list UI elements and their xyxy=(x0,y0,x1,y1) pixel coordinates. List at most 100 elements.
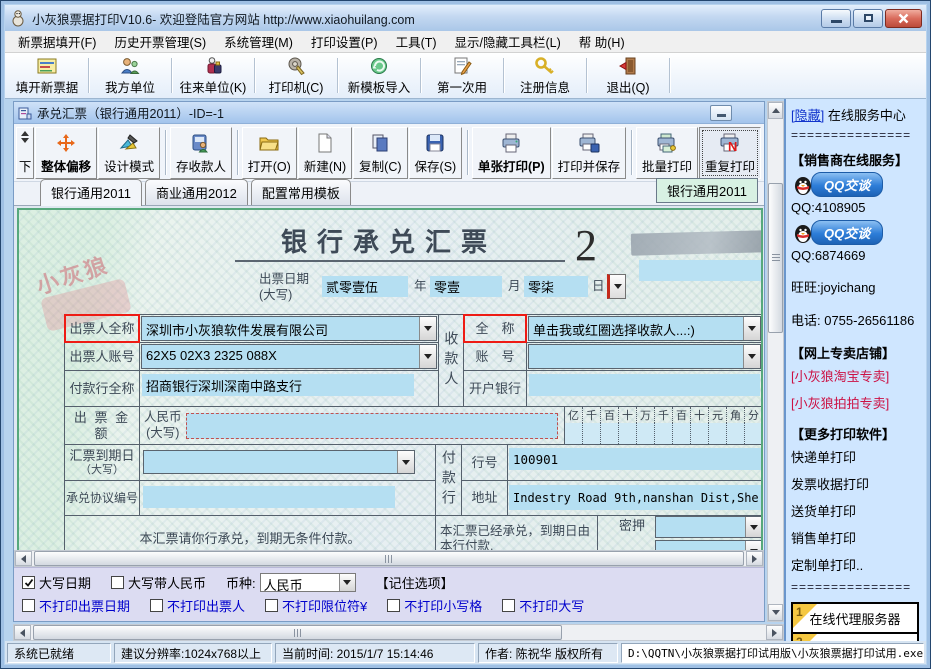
checkbox-caps-rmb[interactable]: 大写带人民币 xyxy=(111,573,206,592)
hide-sidebar-link[interactable]: [隐藏] xyxy=(791,108,824,123)
copy-button[interactable]: 复制(C) xyxy=(353,127,407,179)
close-button[interactable] xyxy=(885,9,922,28)
save-button[interactable]: 保存(S) xyxy=(409,127,463,179)
due-date-combo[interactable] xyxy=(143,450,415,474)
new-button[interactable]: 新建(N) xyxy=(298,127,352,179)
bill-minimize-button[interactable] xyxy=(710,105,732,121)
printer-button[interactable]: 打印机(C) xyxy=(256,54,336,97)
menu-new-bill[interactable]: 新票据填开(F) xyxy=(9,29,105,54)
drawer-name-combo[interactable]: 深圳市小灰狼软件发展有限公司 xyxy=(141,316,437,341)
combo-arrow-button[interactable] xyxy=(743,317,760,340)
currency-type-combo[interactable]: 人民币 xyxy=(260,573,356,592)
first-use-icon xyxy=(451,56,473,76)
scroll-up-button[interactable] xyxy=(768,102,783,119)
custom-print-link[interactable]: 定制单打印.. xyxy=(791,555,921,574)
amount-field[interactable] xyxy=(186,413,558,439)
scrollbar-thumb[interactable] xyxy=(768,183,783,333)
remember-options-button[interactable]: 【记住选项】 xyxy=(376,573,454,592)
nudge-down-button[interactable]: 下 xyxy=(16,127,34,179)
scroll-right-button[interactable] xyxy=(746,551,763,566)
new-bill-button[interactable]: 填开新票据 xyxy=(7,54,87,97)
bill-toolbar: 下 整体偏移 xyxy=(14,124,764,182)
bank-address-field[interactable]: Indestry Road 9th,nanshan Dist,She xyxy=(509,485,761,510)
first-time-button[interactable]: 第一次用 xyxy=(422,54,502,97)
menu-help[interactable]: 帮 助(H) xyxy=(570,29,634,54)
menu-toggle-toolbar[interactable]: 显示/隐藏工具栏(L) xyxy=(446,29,570,54)
bottom-horizontal-scrollbar[interactable] xyxy=(13,624,784,641)
amount-digit-cells[interactable] xyxy=(565,423,762,444)
scroll-left-button[interactable] xyxy=(14,625,31,640)
secret-code-combo-1[interactable] xyxy=(655,516,763,538)
register-button[interactable]: 注册信息 xyxy=(505,54,585,97)
repeat-print-button[interactable]: N 重复打印 xyxy=(699,127,761,179)
payee-bank-field[interactable] xyxy=(529,374,760,396)
scroll-left-button[interactable] xyxy=(15,551,32,566)
paipai-shop-link[interactable]: [小灰狼拍拍专卖] xyxy=(791,393,921,412)
arrow-right-icon xyxy=(772,629,777,637)
scrollbar-thumb[interactable] xyxy=(34,551,744,566)
exit-button[interactable]: 退出(Q) xyxy=(588,54,668,97)
scrollbar-thumb[interactable] xyxy=(33,625,562,640)
checkbox-caps-date[interactable]: 大写日期 xyxy=(22,573,91,592)
save-payee-button[interactable]: 存收款人 xyxy=(170,127,232,179)
menu-print-settings[interactable]: 打印设置(P) xyxy=(302,29,387,54)
date-year-field[interactable]: 贰零壹伍 xyxy=(322,276,408,297)
bill-horizontal-scrollbar[interactable] xyxy=(14,550,764,567)
scroll-down-button[interactable] xyxy=(768,604,783,621)
restore-button[interactable] xyxy=(853,9,883,28)
save-disk-icon xyxy=(424,131,446,155)
taobao-shop-link[interactable]: [小灰狼淘宝专卖] xyxy=(791,366,921,385)
combo-arrow-button[interactable] xyxy=(419,317,436,340)
global-offset-button[interactable]: 整体偏移 xyxy=(35,127,97,179)
menu-tools[interactable]: 工具(T) xyxy=(387,29,446,54)
print-single-button[interactable]: 单张打印(P) xyxy=(472,127,551,179)
checkbox-no-print-date[interactable]: 不打印出票日期 xyxy=(22,596,130,615)
scroll-right-button[interactable] xyxy=(766,625,783,640)
design-mode-button[interactable]: 设计模式 xyxy=(98,127,160,179)
batch-print-button[interactable]: 批量打印 xyxy=(636,127,698,179)
my-company-button[interactable]: 我方单位 xyxy=(90,54,170,97)
menu-history[interactable]: 历史开票管理(S) xyxy=(105,29,215,54)
qq-chat-button-2[interactable]: QQ交谈 xyxy=(791,220,921,245)
date-day-field[interactable]: 零柒 xyxy=(524,276,588,297)
combo-arrow-button[interactable] xyxy=(743,345,760,368)
import-template-button[interactable]: 新模板导入 xyxy=(339,54,419,97)
payee-name-combo[interactable]: 单击我或红圈选择收款人...:) xyxy=(528,316,761,341)
combo-arrow-button[interactable] xyxy=(397,451,414,473)
checkbox-no-print-small-grid[interactable]: 不打印小写格 xyxy=(387,596,482,615)
partners-button[interactable]: 往来单位(K) xyxy=(173,54,253,97)
combo-arrow-button[interactable] xyxy=(745,517,762,537)
minimize-button[interactable] xyxy=(821,9,851,28)
form-icon xyxy=(36,56,58,76)
rank-item-2[interactable]: 2 在线服务器 xyxy=(793,634,917,641)
print-save-button[interactable]: 打印并保存 xyxy=(552,127,627,179)
payee-account-combo[interactable] xyxy=(528,344,761,369)
rank-item-1[interactable]: 1 在线代理服务器 xyxy=(793,604,917,634)
menu-system[interactable]: 系统管理(M) xyxy=(215,29,302,54)
qq-chat-button-1[interactable]: QQ交谈 xyxy=(791,172,921,197)
sales-print-link[interactable]: 销售单打印 xyxy=(791,528,921,547)
tab-commercial-2012[interactable]: 商业通用2012 xyxy=(145,179,248,205)
arrow-up-icon xyxy=(772,108,780,113)
invoice-print-link[interactable]: 发票收据打印 xyxy=(791,474,921,493)
date-month-field[interactable]: 零壹 xyxy=(430,276,502,297)
delivery-print-link[interactable]: 送货单打印 xyxy=(791,501,921,520)
top-right-field[interactable] xyxy=(639,260,763,281)
checkbox-icon xyxy=(150,599,163,612)
checkbox-no-print-drawer[interactable]: 不打印出票人 xyxy=(150,596,245,615)
bill-window-titlebar: 承兑汇票（银行通用2011）-ID=-1 xyxy=(14,102,764,124)
drawer-account-combo[interactable]: 62X5 02X3 2325 088X xyxy=(141,344,437,369)
tab-configure-templates[interactable]: 配置常用模板 xyxy=(251,179,351,205)
drawer-bank-field[interactable]: 招商银行深圳深南中路支行 xyxy=(142,374,414,396)
combo-arrow-button[interactable] xyxy=(339,574,355,591)
bank-code-field[interactable]: 100901 xyxy=(509,448,761,470)
date-dropdown-button[interactable] xyxy=(607,274,626,299)
agreement-field[interactable] xyxy=(143,486,395,508)
checkbox-no-print-caps[interactable]: 不打印大写 xyxy=(502,596,584,615)
tab-bank-2011[interactable]: 银行通用2011 xyxy=(40,179,142,206)
checkbox-no-print-limiter[interactable]: 不打印限位符¥ xyxy=(265,596,367,615)
open-button[interactable]: 打开(O) xyxy=(242,127,297,179)
vertical-scrollbar[interactable] xyxy=(767,101,784,622)
express-print-link[interactable]: 快递单打印 xyxy=(791,447,921,466)
combo-arrow-button[interactable] xyxy=(419,345,436,368)
